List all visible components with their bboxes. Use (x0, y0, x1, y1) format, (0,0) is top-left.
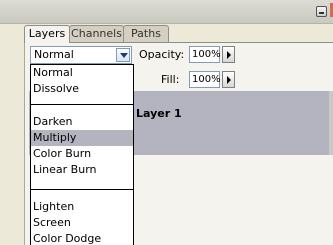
fill-input[interactable]: 100% (189, 71, 221, 88)
blend-option-lighten[interactable]: Lighten (31, 199, 133, 215)
layer-name: Layer 1 (136, 107, 182, 120)
scrollbar[interactable] (329, 91, 333, 155)
blend-option-darken[interactable]: Darken (31, 114, 133, 130)
blend-option-dissolve[interactable]: Dissolve (31, 81, 133, 97)
fill-slider-arrow-icon[interactable] (222, 71, 235, 88)
fill-label: Fill: (161, 73, 180, 86)
tab-channels[interactable]: Channels (69, 25, 124, 42)
blend-option-linear-burn[interactable]: Linear Burn (31, 162, 133, 178)
menu-separator (31, 189, 133, 190)
blend-option-screen[interactable]: Screen (31, 215, 133, 231)
panel-title-bar (0, 0, 333, 24)
blend-option-color-dodge[interactable]: Color Dodge (31, 231, 133, 245)
tab-paths[interactable]: Paths (123, 25, 169, 42)
blend-mode-select[interactable]: Normal (30, 46, 132, 64)
menu-separator (31, 104, 133, 105)
opacity-input[interactable]: 100% (189, 46, 221, 63)
tab-layers[interactable]: Layers (24, 25, 70, 43)
blend-option-normal[interactable]: Normal (31, 65, 133, 81)
blend-mode-value: Normal (34, 48, 74, 61)
blend-option-multiply[interactable]: Multiply (31, 130, 133, 146)
opacity-label: Opacity: (139, 48, 185, 61)
minimize-icon[interactable] (316, 6, 327, 17)
blend-mode-dropdown-list: Normal Dissolve Darken Multiply Color Bu… (30, 64, 134, 245)
blend-option-color-burn[interactable]: Color Burn (31, 146, 133, 162)
opacity-slider-arrow-icon[interactable] (222, 46, 235, 63)
chevron-down-icon[interactable] (116, 48, 130, 62)
